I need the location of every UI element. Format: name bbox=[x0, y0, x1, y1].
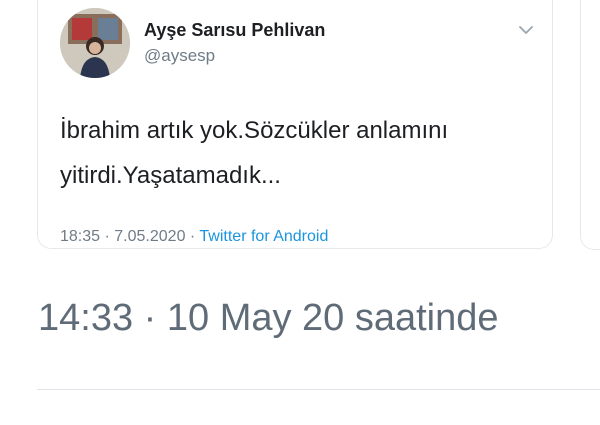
author-name[interactable]: Ayşe Sarısu Pehlivan bbox=[144, 20, 325, 41]
tweet-date[interactable]: 7.05.2020 bbox=[114, 228, 185, 245]
tweet-time[interactable]: 18:35 bbox=[60, 228, 100, 245]
tweet-text: İbrahim artık yok.Sözcükler anlamını yit… bbox=[60, 108, 540, 198]
tweet-meta: 18:35 · 7.05.2020 · Twitter for Android bbox=[60, 228, 328, 246]
divider bbox=[37, 389, 600, 390]
tweet-source-link[interactable]: Twitter for Android bbox=[199, 228, 328, 245]
avatar[interactable] bbox=[60, 8, 130, 78]
adjacent-card-edge bbox=[580, 0, 600, 250]
author-handle[interactable]: @aysesp bbox=[144, 46, 215, 66]
meta-separator: · bbox=[189, 228, 196, 245]
tweet-text-line: yitirdi.Yaşatamadık... bbox=[60, 162, 281, 189]
embedded-tweet-card[interactable]: Ayşe Sarısu Pehlivan @aysesp İbrahim art… bbox=[37, 0, 553, 249]
share-timestamp[interactable]: 14:33 · 10 May 20 saatinde bbox=[38, 297, 499, 340]
avatar-image bbox=[60, 8, 130, 78]
chevron-down-icon[interactable] bbox=[516, 20, 536, 40]
meta-separator: · bbox=[104, 228, 110, 245]
tweet-text-line: İbrahim artık yok.Sözcükler anlamını bbox=[60, 117, 449, 144]
